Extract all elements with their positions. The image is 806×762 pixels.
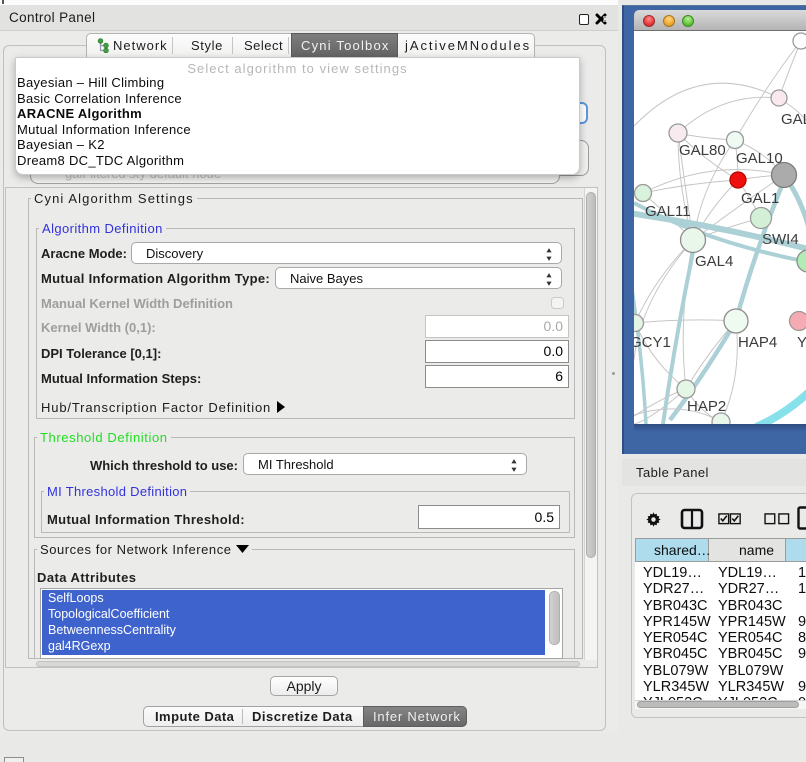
svg-text:HAP4: HAP4 (738, 334, 777, 351)
svg-text:GAL10: GAL10 (736, 150, 783, 167)
svg-text:GAL80: GAL80 (679, 142, 726, 159)
svg-text:GAL4: GAL4 (695, 253, 733, 270)
svg-text:GAL11: GAL11 (645, 203, 691, 220)
svg-text:GAL: GAL (781, 111, 806, 128)
svg-text:GAL1: GAL1 (741, 190, 779, 207)
svg-text:HAP2: HAP2 (687, 398, 726, 415)
svg-text:GCY1: GCY1 (634, 334, 671, 351)
svg-text:Y: Y (797, 334, 806, 351)
svg-text:SWI4: SWI4 (762, 231, 799, 248)
